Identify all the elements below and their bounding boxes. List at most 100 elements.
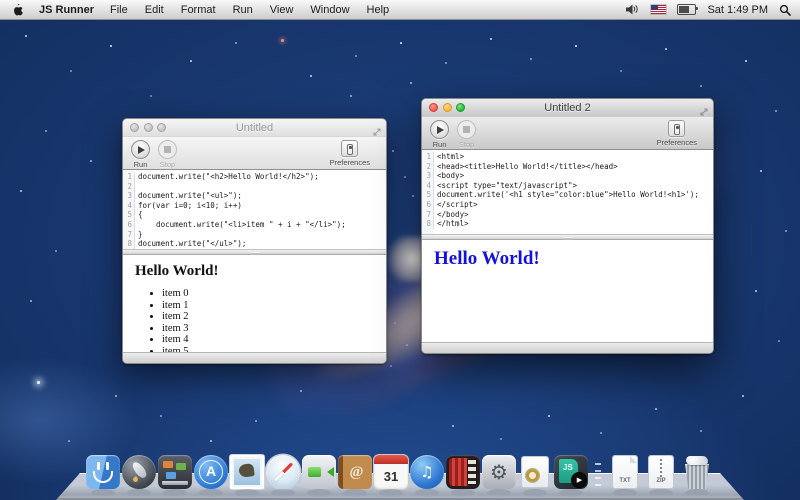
- menu-format[interactable]: Format: [181, 4, 216, 16]
- dock-item-app-store[interactable]: [194, 455, 228, 489]
- window-bottom-bar: [422, 342, 713, 353]
- js-runner-label: JS: [563, 463, 573, 472]
- apple-menu-icon[interactable]: [12, 3, 23, 16]
- dock-item-js-runner[interactable]: JS: [554, 455, 588, 489]
- preferences-button[interactable]: Preferences: [657, 120, 697, 147]
- dock-item-finder[interactable]: [86, 455, 120, 489]
- dock-item-address-book[interactable]: @: [338, 455, 372, 489]
- code-line: 1<html>: [422, 152, 713, 162]
- zoom-button[interactable]: [456, 103, 465, 112]
- spotlight-icon[interactable]: [779, 4, 791, 16]
- window-title: Untitled: [236, 122, 273, 134]
- dock-item-safari[interactable]: [266, 455, 300, 489]
- mail-icon: [230, 455, 264, 489]
- code-editor[interactable]: 1document.write("<h2>Hello World!</h2>")…: [123, 170, 386, 249]
- safari-icon: [266, 455, 300, 489]
- dock-item-txt-file[interactable]: TXT: [608, 455, 642, 489]
- battery-icon[interactable]: [677, 4, 696, 15]
- minimize-button[interactable]: [144, 123, 153, 132]
- volume-icon[interactable]: [626, 4, 640, 15]
- run-button[interactable]: Run: [430, 120, 449, 149]
- fullscreen-icon[interactable]: [373, 123, 381, 141]
- splitter-handle[interactable]: [422, 234, 713, 240]
- window-titlebar[interactable]: Untitled 2: [422, 99, 713, 117]
- photo-booth-icon: [446, 455, 480, 489]
- code-line: 8</html>: [422, 219, 713, 229]
- menu-window[interactable]: Window: [310, 4, 349, 16]
- menu-run[interactable]: Run: [233, 4, 253, 16]
- output-panel[interactable]: Hello World!: [422, 240, 713, 342]
- stop-icon: [463, 126, 470, 133]
- close-button[interactable]: [429, 103, 438, 112]
- code-line: 6 document.write("<li>item " + i + "</li…: [123, 220, 386, 230]
- menu-help[interactable]: Help: [367, 4, 390, 16]
- code-line: 1document.write("<h2>Hello World!</h2>")…: [123, 172, 386, 182]
- dock-item-launchpad[interactable]: [122, 455, 156, 489]
- window-untitled: Untitled Run Stop Preferences 1document.…: [122, 118, 387, 364]
- menu-edit[interactable]: Edit: [145, 4, 164, 16]
- trash-icon: [680, 455, 714, 489]
- output-panel[interactable]: Hello World! item 0item 1item 2item 3ite…: [123, 255, 386, 352]
- code-line: 5document.write('<h1 style="color:blue">…: [422, 190, 713, 200]
- menu-bar: JS Runner File Edit Format Run View Window Hel…: [0, 0, 800, 20]
- wallpaper-red-star: [281, 39, 284, 42]
- output-list-item: item 1: [162, 300, 374, 312]
- dock-icons: @31♫ ⚙ JS TXTZIP: [85, 455, 715, 489]
- desktop: JS Runner File Edit Format Run View Window Hel…: [0, 0, 800, 500]
- system-preferences-label: ⚙: [482, 455, 516, 489]
- stop-button[interactable]: Stop: [457, 120, 476, 149]
- preferences-icon: [668, 120, 685, 137]
- dock-item-system-preferences[interactable]: ⚙: [482, 455, 516, 489]
- input-language-flag-icon[interactable]: [651, 5, 666, 14]
- address-book-label: @: [338, 455, 372, 489]
- minimize-button[interactable]: [443, 103, 452, 112]
- code-editor[interactable]: 1<html>2<head><title>Hello World!</title…: [422, 150, 713, 234]
- app-store-icon: [194, 455, 228, 489]
- mission-control-icon: [158, 455, 192, 489]
- code-line: 4<script type="text/javascript">: [422, 181, 713, 191]
- run-button[interactable]: Run: [131, 140, 150, 169]
- close-button[interactable]: [130, 123, 139, 132]
- dock-item-zip-file[interactable]: ZIP: [644, 455, 678, 489]
- preferences-icon: [341, 140, 358, 157]
- dock-item-preview[interactable]: [518, 455, 552, 489]
- output-list-item: item 2: [162, 311, 374, 323]
- dock: @31♫ ⚙ JS TXTZIP: [0, 446, 800, 500]
- dock-item-facetime[interactable]: [302, 455, 336, 489]
- code-line: 5{: [123, 210, 386, 220]
- dock-item-ical[interactable]: 31: [374, 455, 408, 489]
- dock-item-mail[interactable]: [230, 455, 264, 489]
- preview-icon: [518, 455, 552, 489]
- dock-item-mission-control[interactable]: [158, 455, 192, 489]
- preferences-button[interactable]: Preferences: [330, 140, 370, 167]
- play-icon: [138, 146, 145, 154]
- fullscreen-icon[interactable]: [700, 103, 708, 121]
- stop-button[interactable]: Stop: [158, 140, 177, 169]
- output-heading: Hello World!: [135, 263, 374, 280]
- menu-file[interactable]: File: [110, 4, 128, 16]
- menu-view[interactable]: View: [270, 4, 294, 16]
- window-title: Untitled 2: [544, 102, 590, 114]
- separator-icon: [595, 463, 601, 489]
- system-preferences-icon: ⚙: [482, 455, 516, 489]
- dock-item-photo-booth[interactable]: [446, 455, 480, 489]
- window-bottom-bar: [123, 352, 386, 363]
- stop-icon: [164, 146, 171, 153]
- zoom-button[interactable]: [157, 123, 166, 132]
- app-menu-title[interactable]: JS Runner: [39, 4, 94, 16]
- menu-clock[interactable]: Sat 1:49 PM: [707, 4, 768, 16]
- play-icon: [437, 126, 444, 134]
- output-list-item: item 3: [162, 323, 374, 335]
- menu-list: File Edit Format Run View Window Help: [110, 4, 389, 16]
- dock-item-trash[interactable]: [680, 455, 714, 489]
- output-list: item 0item 1item 2item 3item 4item 5: [135, 288, 374, 352]
- output-list-item: item 0: [162, 288, 374, 300]
- code-line: 6</script>: [422, 200, 713, 210]
- splitter-handle[interactable]: [123, 249, 386, 255]
- itunes-icon: ♫: [410, 455, 444, 489]
- dock-item-itunes[interactable]: ♫: [410, 455, 444, 489]
- code-line: 3document.write("<ul>");: [123, 191, 386, 201]
- window-untitled-2: Untitled 2 Run Stop Preferences 1<html>2…: [421, 98, 714, 354]
- window-titlebar[interactable]: Untitled: [123, 119, 386, 137]
- output-list-item: item 4: [162, 334, 374, 346]
